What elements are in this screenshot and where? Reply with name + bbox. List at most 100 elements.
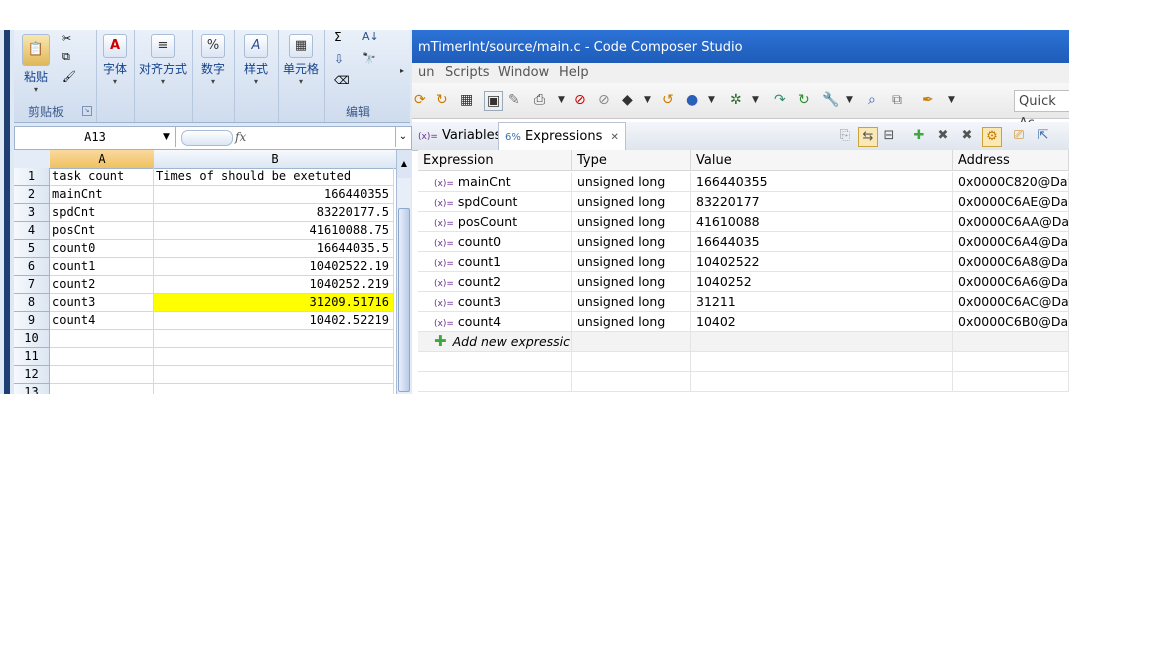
cell-a[interactable]: [50, 330, 154, 348]
row-header[interactable]: 5: [14, 240, 50, 258]
remove-all-icon[interactable]: ✖: [958, 127, 976, 145]
menu-window[interactable]: Window: [498, 65, 549, 80]
toolbar-icon[interactable]: ⧉: [892, 91, 902, 109]
search-icon[interactable]: ⌕: [868, 91, 876, 109]
cell-b[interactable]: 41610088.75: [154, 222, 394, 240]
menu-help[interactable]: Help: [559, 65, 589, 80]
formula-bar-resize-handle[interactable]: [181, 130, 233, 146]
toolbar-icon[interactable]: ⎚: [1010, 127, 1028, 145]
toolbar-icon[interactable]: ⊘: [574, 91, 586, 109]
cell-b[interactable]: 1040252.219: [154, 276, 394, 294]
column-header-value[interactable]: Value: [691, 150, 953, 171]
remove-icon[interactable]: ✖: [934, 127, 952, 145]
cell-b[interactable]: [154, 330, 394, 348]
toolbar-icon[interactable]: ◆: [622, 91, 633, 109]
cell-b[interactable]: 16644035.5: [154, 240, 394, 258]
empty-row[interactable]: [418, 372, 1069, 392]
chevron-down-icon[interactable]: ▼: [644, 91, 651, 109]
cells-button[interactable]: ▦ 单元格 ▾: [278, 30, 324, 87]
row-header[interactable]: 10: [14, 330, 50, 348]
row-header[interactable]: 9: [14, 312, 50, 330]
table-row[interactable]: (x)= count0 unsigned long 16644035 0x0000C6A…: [418, 232, 1069, 252]
table-row[interactable]: (x)= count2 unsigned long 1040252 0x0000C6A6…: [418, 272, 1069, 292]
menu-scripts[interactable]: Scripts: [445, 65, 489, 80]
chevron-down-icon[interactable]: ▼: [163, 127, 170, 147]
cell-a[interactable]: [50, 366, 154, 384]
cell-a[interactable]: task count: [50, 168, 154, 186]
cell-a[interactable]: posCnt: [50, 222, 154, 240]
toolbar-icon[interactable]: ↷: [774, 91, 786, 109]
name-box[interactable]: A13: [15, 127, 176, 147]
cell-a[interactable]: count1: [50, 258, 154, 276]
row-header[interactable]: 3: [14, 204, 50, 222]
vertical-scrollbar[interactable]: [396, 178, 411, 394]
add-icon[interactable]: ✚: [910, 127, 928, 145]
quick-access-input[interactable]: Quick Ac: [1014, 90, 1069, 131]
cell-a[interactable]: count0: [50, 240, 154, 258]
add-icon[interactable]: ✚: [434, 332, 447, 350]
cell-a[interactable]: [50, 348, 154, 366]
clear-icon[interactable]: ⌫: [334, 74, 350, 87]
add-expression-row[interactable]: ✚ Add new expressic: [418, 332, 1069, 352]
row-header[interactable]: 7: [14, 276, 50, 294]
cut-icon[interactable]: ✂: [62, 32, 71, 45]
worksheet-grid[interactable]: A B 1 task count Times of should be exetut…: [14, 150, 396, 394]
fill-icon[interactable]: ⇩: [334, 52, 344, 66]
chevron-down-icon[interactable]: ▼: [558, 91, 565, 109]
align-button[interactable]: ≡ 对齐方式 ▾: [134, 30, 192, 87]
copy-icon[interactable]: ⧉: [62, 50, 70, 64]
cell-b[interactable]: 10402522.19: [154, 258, 394, 276]
toolbar-icon[interactable]: ▣: [484, 91, 504, 111]
column-header-b[interactable]: B: [154, 150, 396, 169]
autosum-icon[interactable]: Σ: [334, 30, 342, 44]
number-button[interactable]: % 数字 ▾: [192, 30, 234, 87]
grid-icon[interactable]: ▦: [460, 91, 473, 109]
column-header-expression[interactable]: Expression: [418, 150, 572, 171]
row-header[interactable]: 6: [14, 258, 50, 276]
collapse-all-icon[interactable]: ⊟: [880, 127, 898, 145]
table-row[interactable]: (x)= mainCnt unsigned long 166440355 0x0000C…: [418, 172, 1069, 192]
table-row[interactable]: (x)= spdCount unsigned long 83220177 0x0000C…: [418, 192, 1069, 212]
bug-icon[interactable]: ✲: [730, 91, 742, 109]
expand-formula-bar-icon[interactable]: ⌄: [395, 127, 410, 147]
dialog-launcher-icon[interactable]: ↘: [82, 106, 92, 116]
cell-b[interactable]: Times of should be exetuted: [154, 168, 394, 186]
cell-b[interactable]: [154, 366, 394, 384]
cell-b[interactable]: [154, 384, 394, 394]
cell-a[interactable]: count4: [50, 312, 154, 330]
table-row[interactable]: (x)= count3 unsigned long 31211 0x0000C6AC@D…: [418, 292, 1069, 312]
toolbar-icon[interactable]: ⇆: [858, 127, 878, 147]
chevron-down-icon[interactable]: ▼: [752, 91, 759, 109]
ribbon-scroll-arrow[interactable]: ▸: [400, 66, 404, 75]
scrollbar-thumb[interactable]: [398, 208, 410, 392]
toolbar-icon[interactable]: ⚙: [982, 127, 1002, 147]
wrench-icon[interactable]: 🔧: [822, 91, 839, 109]
scroll-up-arrow[interactable]: ▲: [396, 150, 411, 178]
toolbar-icon[interactable]: ⎘: [836, 127, 854, 145]
sort-icon[interactable]: A↓: [362, 30, 379, 43]
toolbar-icon[interactable]: ⟳: [414, 91, 426, 109]
toolbar-icon[interactable]: ●: [686, 91, 698, 109]
cell-b[interactable]: 10402.52219: [154, 312, 394, 330]
row-header[interactable]: 11: [14, 348, 50, 366]
empty-row[interactable]: [418, 352, 1069, 372]
cell-a[interactable]: spdCnt: [50, 204, 154, 222]
style-button[interactable]: A 样式 ▾: [234, 30, 278, 87]
add-new-expression-label[interactable]: Add new expressic: [453, 334, 570, 349]
cell-b[interactable]: 31209.51716: [154, 294, 394, 312]
row-header[interactable]: 8: [14, 294, 50, 312]
paste-button[interactable]: 📋 粘贴 ▾: [18, 30, 54, 95]
cell-a[interactable]: count3: [50, 294, 154, 312]
font-button[interactable]: A 字体 ▾: [96, 30, 134, 87]
chevron-down-icon[interactable]: ▼: [846, 91, 853, 109]
row-header[interactable]: 4: [14, 222, 50, 240]
select-all-corner[interactable]: [14, 150, 51, 169]
row-header[interactable]: 13: [14, 384, 50, 394]
table-row[interactable]: (x)= posCount unsigned long 41610088 0x0000C…: [418, 212, 1069, 232]
insert-function-icon[interactable]: fx: [235, 127, 257, 147]
toolbar-icon[interactable]: ⇱: [1034, 127, 1052, 145]
cell-b[interactable]: 83220177.5: [154, 204, 394, 222]
table-row[interactable]: (x)= count1 unsigned long 10402522 0x0000C6A…: [418, 252, 1069, 272]
cell-b[interactable]: [154, 348, 394, 366]
toolbar-icon[interactable]: ↻: [436, 91, 448, 109]
